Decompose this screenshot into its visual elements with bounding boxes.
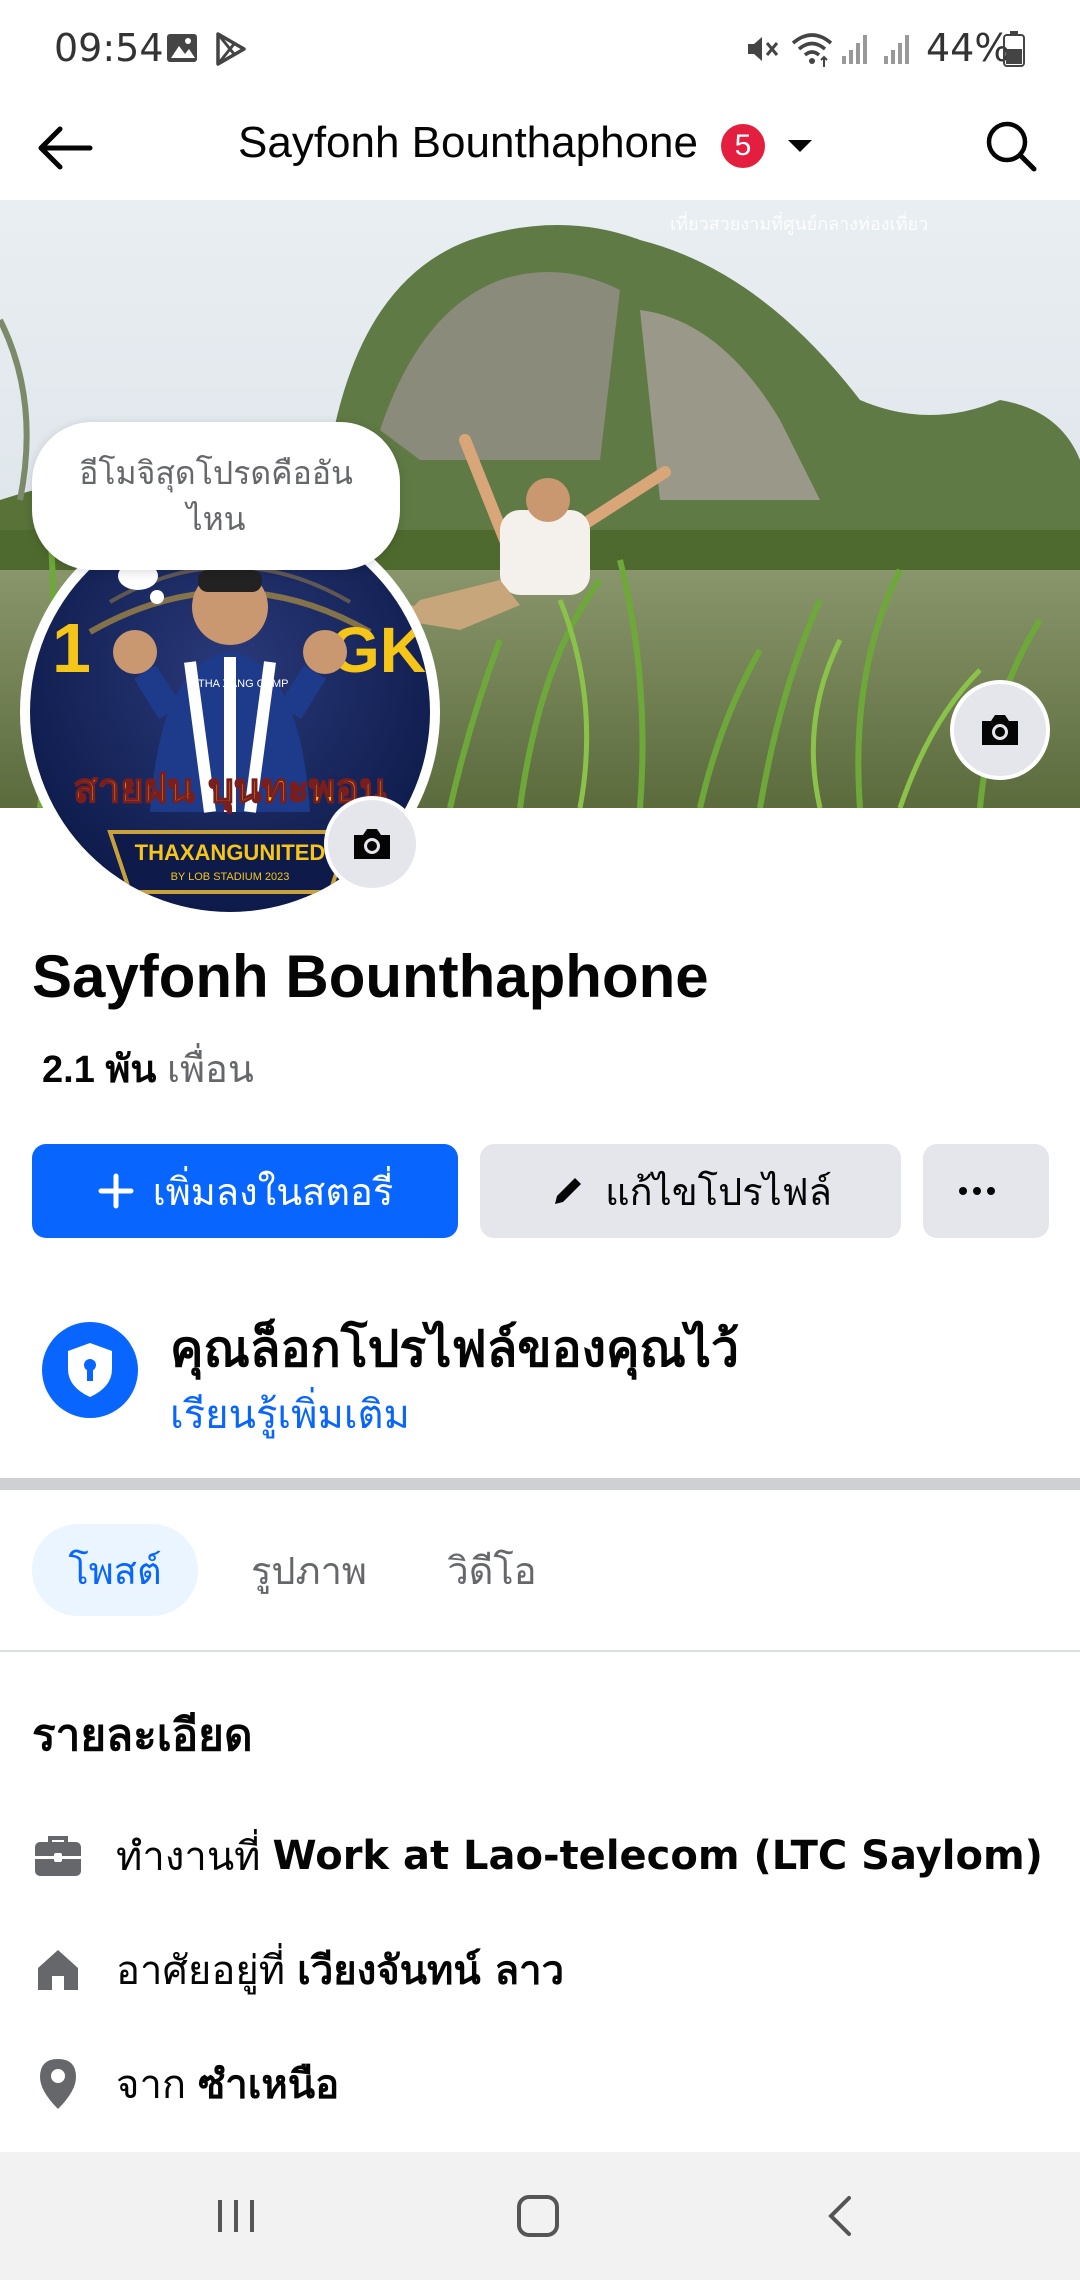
friends-count-link[interactable]: 2.1 พัน เพื่อน <box>42 1038 254 1099</box>
section-divider <box>0 1478 1080 1490</box>
note-bubble-tail-dot <box>150 590 164 604</box>
camera-icon <box>982 715 1018 745</box>
home-icon <box>30 1942 86 1998</box>
profile-lock-icon <box>42 1322 138 1418</box>
learn-more-link[interactable]: เรียนรู้เพิ่มเติม <box>170 1382 410 1446</box>
avatar-banner-text: สายฝน บุนทะพอน <box>73 766 386 814</box>
back-button[interactable] <box>30 113 100 183</box>
battery-icon <box>1002 30 1028 70</box>
detail-home-prefix: อาศัยอยู่ที่ <box>116 1948 286 1994</box>
tab-videos[interactable]: วิดีโอ <box>430 1524 554 1616</box>
friends-count: 2.1 พัน <box>42 1049 157 1091</box>
avatar-shirt-text: THA XANG CAMP <box>198 678 288 690</box>
chevron-left-icon <box>828 2196 851 2236</box>
profile-locked-title: คุณล็อกโปรไฟล์ของคุณไว้ <box>170 1320 740 1378</box>
status-time: 09:54 <box>54 26 164 70</box>
detail-hometown-value[interactable]: ซำเหนือ <box>198 2052 339 2116</box>
more-options-button[interactable] <box>923 1144 1049 1238</box>
add-to-story-button[interactable]: เพิ่มลงในสตอรี่ <box>32 1144 458 1238</box>
avatar-badge-subtext: BY LOB STADIUM 2023 <box>171 871 290 883</box>
play-store-icon <box>212 30 252 70</box>
tab-posts[interactable]: โพสต์ <box>32 1524 198 1616</box>
signal-icon <box>838 30 878 70</box>
detail-work: ทำงานที่ Work at Lao-telecom (LTC Saylom… <box>30 1826 1043 1886</box>
search-button[interactable] <box>975 110 1047 182</box>
recent-apps-button[interactable] <box>196 2180 276 2252</box>
home-nav-button[interactable] <box>498 2180 578 2252</box>
tabs-divider <box>0 1650 1080 1652</box>
battery-percent: 44% <box>926 26 1011 70</box>
more-dots-icon <box>959 1187 995 1195</box>
plus-icon <box>98 1173 134 1209</box>
pencil-icon <box>555 1178 582 1204</box>
detail-home-value[interactable]: เวียงจันทน์ ลาว <box>297 1938 564 2002</box>
header-title[interactable]: Sayfonh Bounthaphone <box>238 118 698 168</box>
avatar-number: 1 <box>52 609 91 687</box>
detail-home: อาศัยอยู่ที่ เวียงจันทน์ ลาว <box>30 1940 564 2000</box>
edit-profile-label: แก้ไขโปรไฟล์ <box>605 1171 832 1214</box>
edit-profile-button[interactable]: แก้ไขโปรไฟล์ <box>480 1144 901 1238</box>
recent-apps-icon <box>218 2200 254 2232</box>
search-icon <box>986 121 1037 172</box>
detail-hometown: จาก ซำเหนือ <box>30 2054 339 2114</box>
location-pin-icon <box>30 2056 86 2112</box>
home-square-icon <box>517 2195 559 2237</box>
account-switcher-button[interactable] <box>780 124 820 168</box>
details-heading: รายละเอียด <box>32 1710 253 1761</box>
back-arrow-icon <box>38 126 93 170</box>
detail-work-value[interactable]: Work at Lao-telecom (LTC Saylom) <box>273 1833 1043 1879</box>
friends-label: เพื่อน <box>166 1049 254 1091</box>
back-nav-button[interactable] <box>800 2180 880 2252</box>
shield-lock-icon <box>68 1343 112 1397</box>
edit-cover-photo-button[interactable] <box>954 684 1046 776</box>
signal-icon <box>880 30 920 70</box>
camera-icon <box>354 829 390 859</box>
mute-icon <box>742 30 782 70</box>
profile-name: Sayfonh Bounthaphone <box>32 943 709 1010</box>
note-bubble[interactable]: อีโมจิสุดโปรดคืออันไหน <box>32 422 400 570</box>
avatar-badge-text: THAXANGUNITED <box>135 840 326 865</box>
wifi-icon <box>790 30 833 70</box>
gallery-icon <box>164 30 204 70</box>
caret-down-icon <box>788 140 812 152</box>
note-bubble-text: อีโมจิสุดโปรดคืออันไหน <box>79 454 353 538</box>
add-to-story-label: เพิ่มลงในสตอรี่ <box>152 1171 394 1214</box>
notification-badge[interactable]: 5 <box>721 124 765 168</box>
detail-hometown-prefix: จาก <box>116 2062 187 2108</box>
tab-photos[interactable]: รูปภาพ <box>236 1524 382 1616</box>
edit-profile-picture-button[interactable] <box>328 800 416 888</box>
svg-text:เที่ยวสวยงามที่ศูนย์กลางท่องเท: เที่ยวสวยงามที่ศูนย์กลางท่องเที่ยว <box>670 211 928 235</box>
briefcase-icon <box>30 1828 86 1884</box>
detail-work-prefix: ทำงานที่ <box>116 1834 261 1880</box>
